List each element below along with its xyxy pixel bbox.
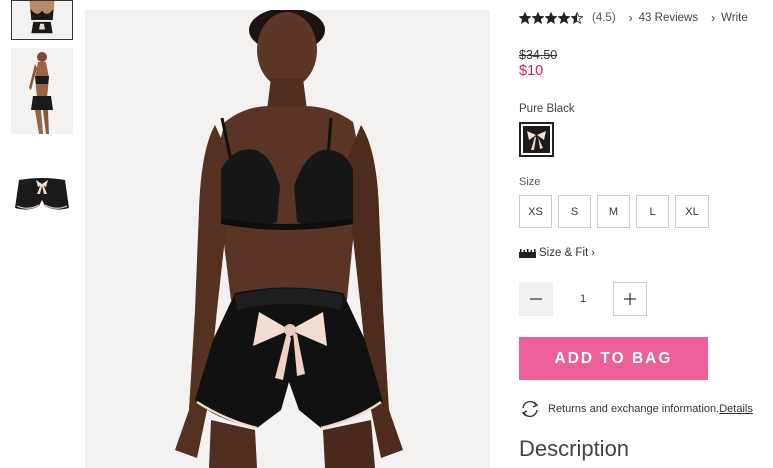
star-rating bbox=[519, 12, 583, 24]
main-product-image[interactable] bbox=[85, 10, 490, 468]
size-fit-label: Size & Fit bbox=[539, 247, 589, 259]
rating-value: (4.5) bbox=[592, 12, 616, 24]
size-option-xs[interactable]: XS bbox=[519, 195, 552, 228]
plus-icon bbox=[624, 293, 636, 305]
thumbnail-1[interactable] bbox=[11, 0, 73, 40]
size-option-xl[interactable]: XL bbox=[675, 195, 709, 228]
refresh-icon bbox=[519, 400, 541, 418]
star-icon bbox=[532, 12, 544, 24]
color-swatch-pure-black[interactable] bbox=[519, 122, 554, 157]
swatch-image bbox=[523, 126, 550, 153]
original-price: $34.50 bbox=[519, 48, 558, 62]
product-details: (4.5) › 43 Reviews › Write $34.50 $10 Pu… bbox=[519, 0, 773, 468]
size-options: XS S M L XL bbox=[519, 195, 709, 228]
thumbnail-2-image bbox=[11, 48, 73, 134]
returns-details-link[interactable]: Details bbox=[719, 403, 753, 415]
reviews-link[interactable]: 43 Reviews bbox=[639, 12, 698, 24]
returns-info: Returns and exchange information. Detail… bbox=[519, 400, 753, 418]
thumbnail-1-image bbox=[12, 1, 72, 39]
star-icon bbox=[519, 12, 531, 24]
decrease-quantity-button[interactable] bbox=[519, 282, 553, 316]
star-icon bbox=[558, 12, 570, 24]
bow-icon bbox=[523, 126, 550, 153]
thumbnail-3[interactable] bbox=[11, 160, 73, 222]
thumbnail-3-image bbox=[11, 160, 73, 222]
thumbnail-2[interactable] bbox=[11, 48, 73, 134]
quantity-value[interactable]: 1 bbox=[553, 293, 613, 305]
size-fit-link[interactable]: Size & Fit › bbox=[519, 247, 595, 259]
sale-price: $10 bbox=[519, 63, 544, 79]
color-name: Pure Black bbox=[519, 103, 575, 115]
star-icon bbox=[571, 12, 583, 24]
chevron-right-icon: › bbox=[591, 247, 595, 259]
rating-row: (4.5) › 43 Reviews › Write bbox=[519, 10, 748, 26]
chevron-right-icon: › bbox=[711, 11, 716, 25]
size-option-s[interactable]: S bbox=[558, 195, 591, 228]
minus-icon bbox=[530, 298, 542, 300]
quantity-stepper: 1 bbox=[519, 282, 647, 316]
size-option-l[interactable]: L bbox=[636, 195, 669, 228]
star-icon bbox=[545, 12, 557, 24]
returns-text: Returns and exchange information. bbox=[548, 403, 720, 415]
description-heading: Description bbox=[519, 436, 630, 461]
size-label: Size bbox=[519, 176, 541, 188]
product-photo bbox=[85, 10, 490, 468]
add-to-bag-button[interactable]: ADD TO BAG bbox=[519, 337, 708, 380]
write-review-link[interactable]: Write bbox=[721, 12, 748, 24]
ruler-icon bbox=[519, 248, 536, 258]
chevron-right-icon: › bbox=[628, 11, 633, 25]
size-option-m[interactable]: M bbox=[597, 195, 630, 228]
increase-quantity-button[interactable] bbox=[613, 282, 647, 316]
